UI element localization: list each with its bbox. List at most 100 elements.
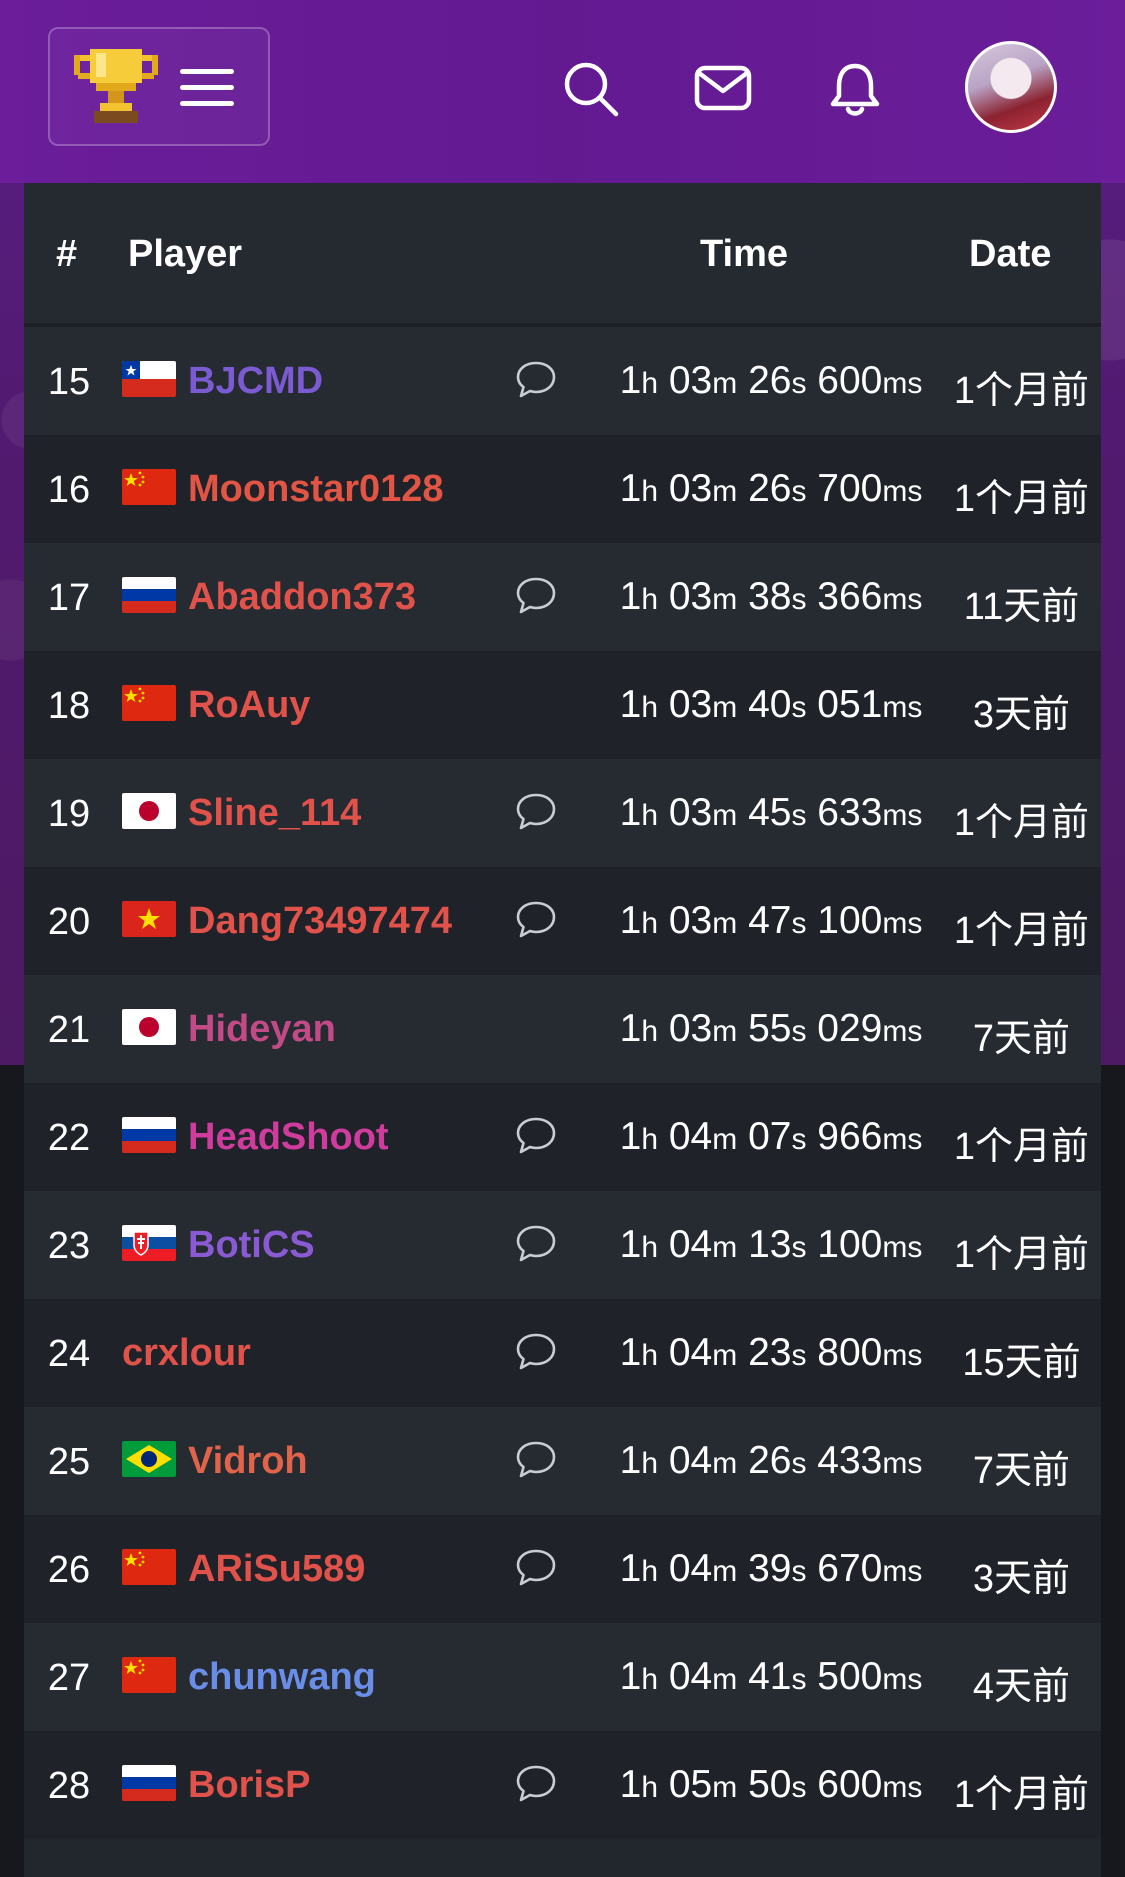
player-name-link[interactable]: Abaddon373	[188, 576, 416, 619]
run-date: 1个月前	[953, 910, 1090, 952]
rank-cell: 26	[47, 1549, 91, 1591]
rank-cell: 24	[47, 1333, 91, 1375]
run-time[interactable]: 1h 04m 39s 670ms	[558, 1547, 984, 1591]
player-name-link[interactable]: ARiSu589	[188, 1548, 365, 1591]
country-flag-icon	[122, 685, 176, 721]
country-flag-icon	[122, 901, 176, 937]
player-name-link[interactable]: crxlour	[122, 1332, 251, 1375]
run-date: 1个月前	[953, 1774, 1090, 1816]
player-name-link[interactable]: Sline_114	[188, 792, 361, 835]
comment-icon[interactable]	[514, 575, 558, 617]
run-date: 7天前	[972, 1018, 1071, 1060]
table-row[interactable]: 28 BorisP 1h 05m 50s 600ms 1个月前	[24, 1731, 1101, 1839]
table-row[interactable]: 19 Sline_114 1h 03m 45s 633ms 1个月前	[24, 759, 1101, 867]
search-icon[interactable]	[562, 60, 620, 118]
player-name-link[interactable]: BotiCS	[188, 1224, 315, 1267]
comment-icon[interactable]	[514, 899, 558, 941]
column-header-date: Date	[969, 233, 1052, 275]
rank-cell: 16	[47, 469, 91, 511]
run-time[interactable]: 1h 03m 26s 700ms	[558, 467, 984, 511]
run-time[interactable]: 1h 03m 26s 600ms	[558, 359, 984, 403]
comment-icon[interactable]	[514, 1223, 558, 1265]
run-time[interactable]: 1h 03m 38s 366ms	[558, 575, 984, 619]
run-time[interactable]: 1h 05m 50s 600ms	[558, 1763, 984, 1807]
run-date: 7天前	[972, 1450, 1071, 1492]
player-name-link[interactable]: Vidroh	[188, 1440, 308, 1483]
country-flag-icon	[122, 1441, 176, 1477]
rank-cell: 27	[47, 1657, 91, 1699]
table-body: 15 BJCMD 1h 03m 26s 600ms 1个月前 16 Moonstar012…	[24, 327, 1101, 1839]
player-name-link[interactable]: Hideyan	[188, 1008, 336, 1051]
rank-cell: 22	[47, 1117, 91, 1159]
country-flag-icon	[122, 469, 176, 505]
country-flag-icon	[122, 1657, 176, 1693]
country-flag-icon	[122, 1549, 176, 1585]
table-row[interactable]: 16 Moonstar0128 1h 03m 26s 700ms 1个月前	[24, 435, 1101, 543]
rank-cell: 28	[47, 1765, 91, 1807]
table-row[interactable]: 27 chunwang 1h 04m 41s 500ms 4天前	[24, 1623, 1101, 1731]
table-row[interactable]: 26 ARiSu589 1h 04m 39s 670ms 3天前	[24, 1515, 1101, 1623]
table-row[interactable]: 18 RoAuy 1h 03m 40s 051ms 3天前	[24, 651, 1101, 759]
run-time[interactable]: 1h 03m 45s 633ms	[558, 791, 984, 835]
comment-icon[interactable]	[514, 1331, 558, 1373]
player-name-link[interactable]: BorisP	[188, 1764, 310, 1807]
run-date: 4天前	[972, 1666, 1071, 1708]
comment-icon[interactable]	[514, 1115, 558, 1157]
table-row[interactable]: 20 Dang73497474 1h 03m 47s 100ms 1个月前	[24, 867, 1101, 975]
comment-icon[interactable]	[514, 1439, 558, 1481]
run-date: 15天前	[962, 1342, 1081, 1384]
run-date: 1个月前	[953, 370, 1090, 412]
run-date: 3天前	[972, 694, 1071, 736]
run-time[interactable]: 1h 04m 07s 966ms	[558, 1115, 984, 1159]
leaderboard-table: # Player Time Date 15 BJCMD 1h 03m 26s 600…	[24, 183, 1101, 1877]
run-date: 11天前	[963, 586, 1080, 628]
run-date: 1个月前	[953, 802, 1090, 844]
run-date: 3天前	[972, 1558, 1071, 1600]
column-header-rank: #	[56, 233, 78, 275]
table-row[interactable]: 17 Abaddon373 1h 03m 38s 366ms 11天前	[24, 543, 1101, 651]
run-time[interactable]: 1h 04m 26s 433ms	[558, 1439, 984, 1483]
table-row[interactable]: 24 crxlour 1h 04m 23s 800ms 15天前	[24, 1299, 1101, 1407]
player-name-link[interactable]: HeadShoot	[188, 1116, 389, 1159]
country-flag-icon	[122, 1009, 176, 1045]
home-menu-button[interactable]	[48, 27, 270, 146]
comment-icon[interactable]	[514, 791, 558, 833]
table-row[interactable]: 22 HeadShoot 1h 04m 07s 966ms 1个月前	[24, 1083, 1101, 1191]
hamburger-icon	[180, 69, 234, 107]
mail-icon[interactable]	[694, 60, 752, 118]
country-flag-icon	[122, 1117, 176, 1153]
avatar[interactable]	[965, 41, 1057, 133]
player-name-link[interactable]: RoAuy	[188, 684, 310, 727]
comment-icon[interactable]	[514, 1547, 558, 1589]
rank-cell: 15	[47, 361, 91, 403]
bell-icon[interactable]	[826, 60, 884, 118]
table-row[interactable]: 15 BJCMD 1h 03m 26s 600ms 1个月前	[24, 327, 1101, 435]
run-date: 1个月前	[953, 478, 1090, 520]
country-flag-icon	[122, 1225, 176, 1261]
player-name-link[interactable]: chunwang	[188, 1656, 376, 1699]
rank-cell: 23	[47, 1225, 91, 1267]
run-time[interactable]: 1h 03m 55s 029ms	[558, 1007, 984, 1051]
run-time[interactable]: 1h 04m 13s 100ms	[558, 1223, 984, 1267]
comment-icon[interactable]	[514, 1763, 558, 1805]
column-header-time: Time	[700, 233, 789, 275]
table-row[interactable]: 25 Vidroh 1h 04m 26s 433ms 7天前	[24, 1407, 1101, 1515]
table-row[interactable]: 23 BotiCS 1h 04m 13s 100ms 1个月前	[24, 1191, 1101, 1299]
rank-cell: 21	[47, 1009, 91, 1051]
run-time[interactable]: 1h 04m 41s 500ms	[558, 1655, 984, 1699]
player-name-link[interactable]: BJCMD	[188, 360, 323, 403]
top-navbar	[0, 0, 1125, 183]
country-flag-icon	[122, 361, 176, 397]
table-header: # Player Time Date	[24, 183, 1101, 327]
trophy-icon	[74, 49, 158, 123]
run-time[interactable]: 1h 03m 40s 051ms	[558, 683, 984, 727]
country-flag-icon	[122, 1765, 176, 1801]
rank-cell: 19	[47, 793, 91, 835]
player-name-link[interactable]: Moonstar0128	[188, 468, 444, 511]
run-time[interactable]: 1h 04m 23s 800ms	[558, 1331, 984, 1375]
table-row[interactable]: 21 Hideyan 1h 03m 55s 029ms 7天前	[24, 975, 1101, 1083]
player-name-link[interactable]: Dang73497474	[188, 900, 452, 943]
comment-icon[interactable]	[514, 359, 558, 401]
column-header-player: Player	[128, 233, 243, 275]
run-time[interactable]: 1h 03m 47s 100ms	[558, 899, 984, 943]
